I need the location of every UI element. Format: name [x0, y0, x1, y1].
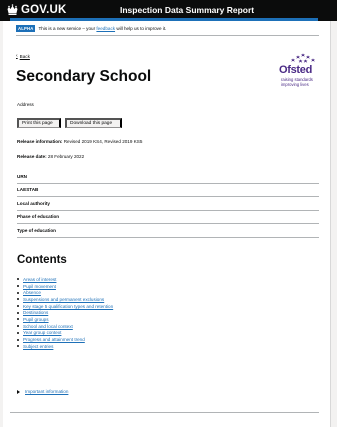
summary-row-laestab: LAESTAB [17, 184, 319, 197]
bullet-icon [17, 285, 19, 288]
release-information-value: Revised 2019 KS4, Revised 2019 KS5 [63, 139, 143, 144]
bullet-icon [17, 278, 19, 281]
summary-row-phase-of-education: Phase of education [17, 211, 319, 224]
contents-link-suspensions[interactable]: Suspensions and permanent exclusions [23, 297, 104, 302]
contents-link-pupil-movement[interactable]: Pupil movement [23, 284, 56, 289]
contents-heading: Contents [17, 254, 67, 266]
back-link[interactable]: ‹ Back [16, 53, 30, 59]
crown-icon [7, 4, 18, 15]
contents-link-school-context[interactable]: School and local context [23, 324, 73, 329]
phase-text-before: This is a new service – your [38, 26, 96, 31]
bullet-icon [17, 338, 19, 341]
ofsted-wordmark: Ofsted [279, 64, 313, 76]
important-information-label: Important information [25, 389, 69, 394]
address-label: Address [17, 102, 34, 107]
bullet-icon [17, 325, 19, 328]
list-item: School and local context [17, 323, 113, 330]
important-information-toggle[interactable]: Important information [17, 389, 68, 394]
print-page-button[interactable]: Print this page [17, 118, 61, 128]
bullet-icon [17, 291, 19, 294]
release-date-value: 28 February 2022 [47, 154, 85, 159]
school-summary-list: URN LAESTAB Local authority Phase of edu… [17, 170, 319, 238]
list-item: Subject entries [17, 343, 113, 350]
list-item: Year group context [17, 330, 113, 337]
bullet-icon [17, 318, 19, 321]
phase-text-after: will help us to improve it. [116, 26, 167, 31]
ofsted-stars-icon [290, 53, 316, 63]
list-item: Pupil groups [17, 316, 113, 323]
summary-row-type-of-education: Type of education [17, 224, 319, 238]
bullet-icon [17, 331, 19, 334]
release-information: Release information: Revised 2019 KS4, R… [17, 139, 142, 144]
ofsted-tagline: raising standards improving lives [281, 77, 313, 87]
ofsted-logo: Ofsted raising standards improving lives [279, 52, 323, 92]
contents-link-progress-trend[interactable]: Progress and attainment trend [23, 337, 85, 342]
contents-link-year-group-context[interactable]: Year group context [23, 330, 61, 335]
download-page-button[interactable]: Download this page [65, 118, 122, 128]
release-date-label: Release date: [17, 154, 47, 159]
chevron-left-icon: ‹ [16, 53, 18, 59]
logo-text: GOV.UK [21, 4, 67, 16]
govuk-logo-link[interactable]: GOV.UK [6, 3, 67, 17]
contents-link-destinations[interactable]: Destinations [23, 310, 48, 315]
contents-link-ks5-qualifications[interactable]: Key stage 5 qualification types and rete… [23, 304, 113, 309]
contents-link-pupil-groups[interactable]: Pupil groups [23, 317, 49, 322]
ofsted-tagline-line2: improving lives [281, 82, 309, 87]
release-information-label: Release information: [17, 139, 63, 144]
bullet-icon [17, 305, 19, 308]
list-item: Areas of interest [17, 276, 113, 283]
page-title: Secondary School [16, 68, 152, 85]
bullet-icon [17, 345, 19, 348]
govuk-header: GOV.UK Inspection Data Summary Report [0, 0, 337, 21]
triangle-right-icon [17, 389, 20, 394]
list-item: Suspensions and permanent exclusions [17, 296, 113, 303]
list-item: Absence [17, 289, 113, 296]
header-accent-bar [10, 18, 318, 21]
service-name[interactable]: Inspection Data Summary Report [120, 5, 254, 15]
footer-divider [10, 412, 319, 413]
bullet-icon [17, 311, 19, 314]
contents-link-absence[interactable]: Absence [23, 290, 41, 295]
list-item: Key stage 5 qualification types and rete… [17, 303, 113, 310]
contents-link-subject-entries[interactable]: Subject entries [23, 344, 53, 349]
release-date: Release date: 28 February 2022 [17, 154, 84, 159]
back-link-label: Back [19, 53, 30, 59]
summary-row-urn: URN [17, 170, 319, 184]
bullet-icon [17, 298, 19, 301]
summary-row-local-authority: Local authority [17, 197, 319, 211]
phase-tag: ALPHA [16, 25, 36, 32]
list-item: Destinations [17, 309, 113, 316]
phase-banner: ALPHA This is a new service – your feedb… [16, 25, 166, 32]
feedback-link[interactable]: feedback [96, 26, 115, 31]
list-item: Progress and attainment trend [17, 336, 113, 343]
phase-banner-divider [16, 35, 319, 36]
contents-list: Areas of interest Pupil movement Absence… [17, 276, 113, 350]
list-item: Pupil movement [17, 283, 113, 290]
contents-link-areas-of-interest[interactable]: Areas of interest [23, 277, 56, 282]
